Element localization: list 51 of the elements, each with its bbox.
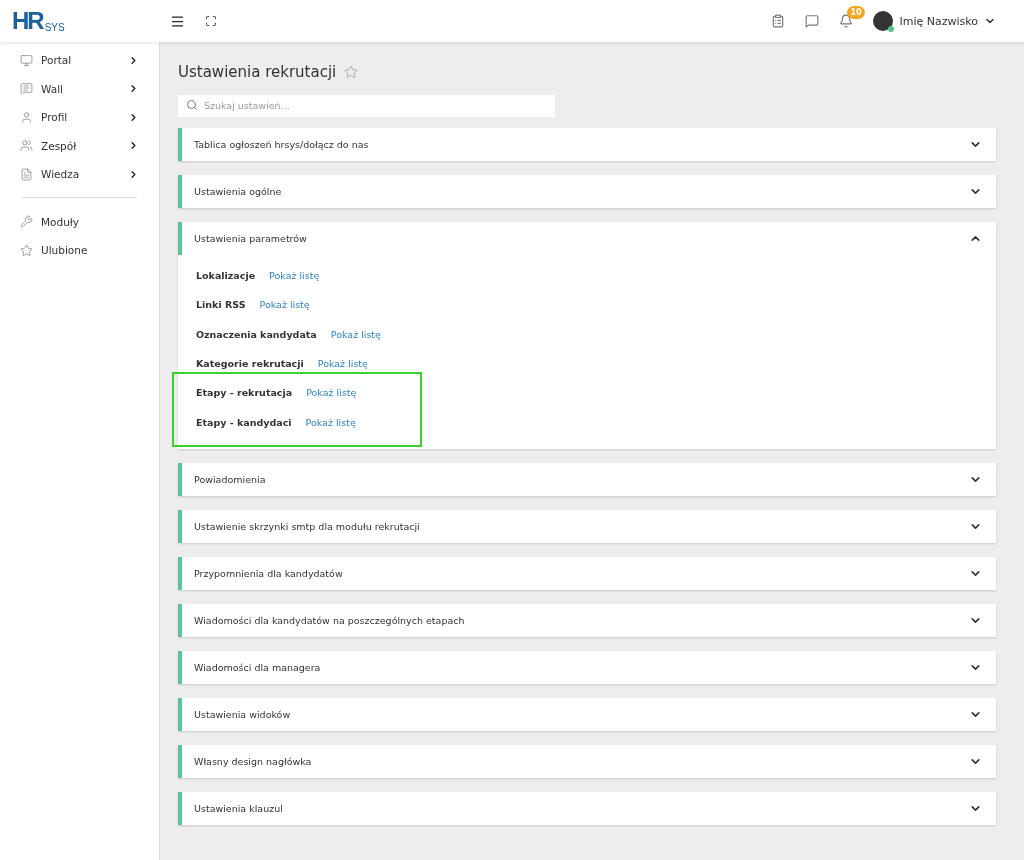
logo-text: HR xyxy=(12,9,43,33)
section-header[interactable]: Powiadomienia xyxy=(178,462,996,496)
show-list-link[interactable]: Pokaż listę xyxy=(269,270,320,282)
logo-subtext: SYS xyxy=(44,22,65,33)
show-list-link[interactable]: Pokaż listę xyxy=(259,299,310,311)
clipboard-icon[interactable] xyxy=(771,14,786,28)
section-header[interactable]: Tablica ogłoszeń hrsys/dołącz do nas xyxy=(178,128,996,161)
section-header[interactable]: Własny design nagłówka xyxy=(178,744,996,778)
setting-label: Etapy - rekrutacja xyxy=(196,387,293,399)
show-list-link[interactable]: Pokaż listę xyxy=(317,358,368,370)
section-header[interactable]: Wiadomości dla kandydatów na poszczególnych etapach xyxy=(178,603,996,637)
sidebar-icon xyxy=(20,167,33,181)
setting-label: Kategorie rekrutacji xyxy=(196,358,304,370)
section-header[interactable]: Ustawienia parametrów xyxy=(178,222,996,255)
show-list-link[interactable]: Pokaż listę xyxy=(305,416,356,428)
sidebar-icon xyxy=(20,110,33,124)
sidebar-item[interactable]: Moduły xyxy=(0,207,159,236)
sidebar-item[interactable]: Wiedza xyxy=(0,160,159,189)
page-title: Ustawienia rekrutacji xyxy=(178,63,337,81)
search-icon xyxy=(186,99,198,111)
sidebar-icon xyxy=(20,53,33,67)
section-header[interactable]: Ustawienia klauzul xyxy=(178,791,996,825)
sidebar-icon xyxy=(20,139,33,153)
sidebar-item[interactable]: Profil xyxy=(0,103,159,132)
notification-badge: 10 xyxy=(847,6,865,19)
section-header[interactable]: Ustawienia ogólne xyxy=(178,175,996,208)
sidebar-icon xyxy=(20,82,33,96)
setting-label: Oznaczenia kandydata xyxy=(196,328,317,340)
section-header[interactable]: Przypomnienia dla kandydatów xyxy=(178,556,996,590)
sidebar-item[interactable]: Ulubione xyxy=(0,236,159,265)
sidebar-item[interactable]: Portal xyxy=(0,46,159,75)
section-header[interactable]: Ustawienie skrzynki smtp dla modułu rekrutacji xyxy=(178,509,996,543)
setting-label: Linki RSS xyxy=(196,299,246,311)
chat-icon[interactable] xyxy=(805,14,820,28)
sidebar-item[interactable]: Wall xyxy=(0,74,159,103)
setting-label: Etapy - kandydaci xyxy=(196,416,292,428)
sidebar-icon xyxy=(20,215,33,229)
setting-label: Lokalizacje xyxy=(196,270,256,282)
star-icon[interactable] xyxy=(344,65,359,79)
show-list-link[interactable]: Pokaż listę xyxy=(330,328,381,340)
user-menu[interactable]: Imię Nazwisko xyxy=(873,11,996,31)
section-header[interactable]: Ustawienia widoków xyxy=(178,697,996,731)
menu-icon[interactable] xyxy=(170,13,185,29)
bell-icon[interactable] xyxy=(839,14,854,28)
section-header[interactable]: Wiadomości dla managera xyxy=(178,650,996,684)
sidebar-item[interactable]: Zespół xyxy=(0,131,159,160)
avatar-icon xyxy=(873,11,894,31)
sidebar-icon xyxy=(20,243,33,257)
show-list-link[interactable]: Pokaż listę xyxy=(306,387,357,399)
fullscreen-icon[interactable] xyxy=(205,15,217,27)
search-field[interactable]: Szukaj ustawień... xyxy=(178,94,555,117)
